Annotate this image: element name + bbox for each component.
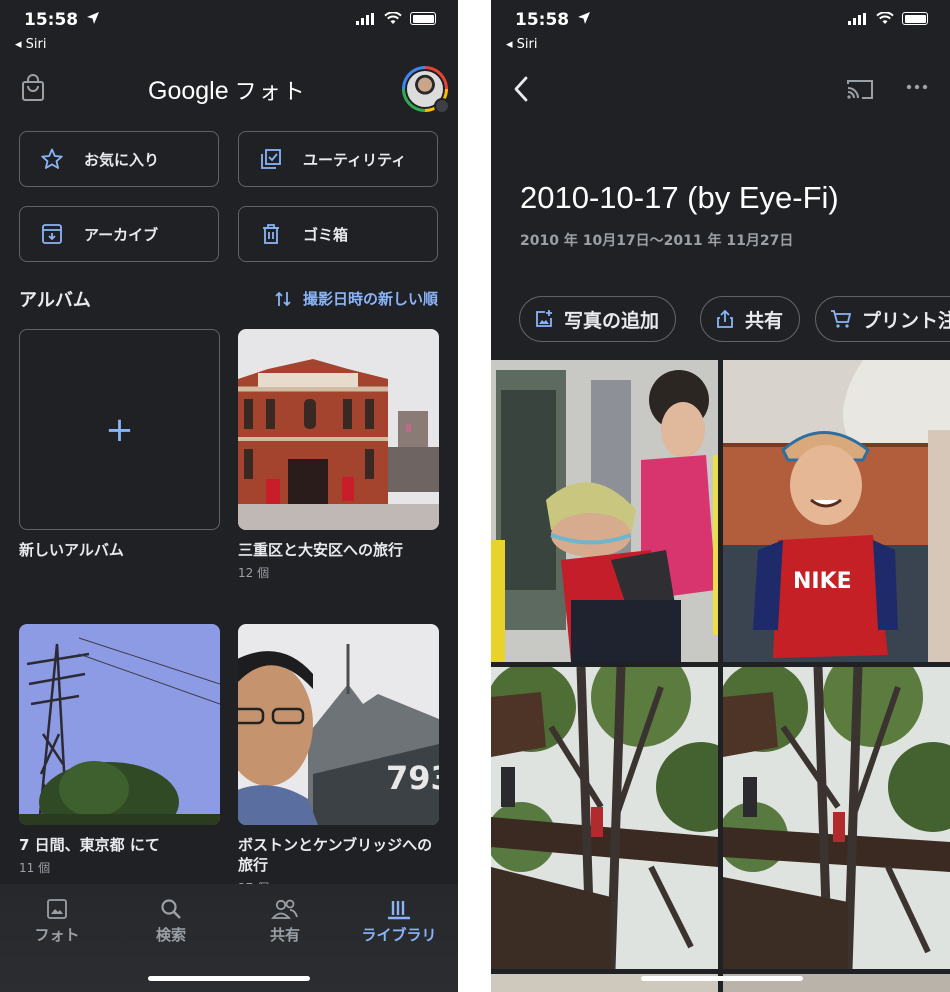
nav-photos[interactable]: フォト	[7, 894, 107, 945]
album-name: ボストンとケンブリッジへの旅行	[238, 836, 433, 874]
add-photos-button[interactable]: 写真の追加	[519, 296, 677, 342]
star-icon	[41, 148, 63, 169]
app-title: Google フォト	[148, 74, 307, 106]
favorites-label: お気に入り	[84, 150, 160, 169]
power-tower-photo	[19, 624, 220, 825]
share-icon	[717, 309, 733, 328]
favorites-button[interactable]: お気に入り	[19, 131, 219, 187]
album-cover-red-brick-building	[238, 329, 439, 530]
new-album-card[interactable]: + 新しいアルバム	[19, 329, 220, 560]
treehouse-photo	[491, 667, 718, 969]
albums-heading: アルバム	[19, 290, 91, 311]
search-icon	[161, 899, 181, 919]
add-photos-label: 写真の追加	[564, 309, 660, 332]
check-collection-icon	[261, 149, 281, 169]
battery-icon	[410, 12, 436, 25]
hull-number: 793	[386, 759, 439, 797]
album-cover-selfie-warship: 793	[238, 624, 439, 825]
photo-tile[interactable]	[491, 667, 718, 969]
more-icon[interactable]	[906, 84, 928, 90]
album-date-range: 2010 年 10月17日～2011 年 11月27日	[520, 233, 794, 249]
status-bar: 15:58 ◂ Siri	[491, 10, 950, 52]
nav-sharing-label: 共有	[269, 926, 300, 944]
shopping-bag-icon[interactable]	[20, 74, 46, 102]
archive-button[interactable]: アーカイブ	[19, 206, 219, 262]
treehouse-photo-2	[723, 667, 950, 969]
photo-tile[interactable]	[723, 667, 950, 969]
photo-tile[interactable]	[491, 360, 718, 662]
battery-icon	[902, 12, 928, 25]
home-indicator[interactable]	[641, 976, 803, 981]
album-name: 新しいアルバム	[19, 541, 124, 559]
sort-arrows-icon	[275, 291, 291, 306]
back-to-siri-link[interactable]: ◂ Siri	[506, 37, 537, 52]
status-icons	[356, 12, 436, 25]
album-card[interactable]: 793 ボストンとケンブリッジへの旅行 27 個	[238, 624, 439, 896]
print-order-label: プリント注文	[862, 309, 950, 332]
album-title[interactable]: 2010-10-17 (by Eye-Fi)	[520, 180, 839, 216]
backup-off-icon	[434, 98, 450, 114]
brand-google: Google	[148, 77, 229, 105]
app-header: Google フォト	[0, 66, 458, 114]
back-chevron-icon[interactable]	[513, 76, 529, 102]
utilities-label: ユーティリティ	[303, 150, 407, 169]
cast-icon[interactable]	[846, 78, 874, 100]
album-count: 12 個	[238, 566, 270, 580]
sort-button[interactable]: 撮影日時の新しい順	[275, 288, 438, 309]
new-album-tile[interactable]: +	[19, 329, 220, 530]
album-card[interactable]: 三重区と大安区への旅行 12 個	[238, 329, 439, 581]
status-bar: 15:58 ◂ Siri	[0, 10, 458, 52]
print-order-button[interactable]: プリント注文	[815, 296, 950, 342]
clock: 15:58	[24, 10, 79, 30]
album-name: 7 日間、東京都 にて	[19, 836, 160, 854]
nav-library-label: ライブラリ	[361, 926, 437, 944]
plus-icon: +	[105, 409, 134, 450]
archive-icon	[42, 224, 62, 244]
clock: 15:58	[515, 10, 570, 30]
archive-label: アーカイブ	[84, 225, 159, 244]
status-icons	[848, 12, 928, 25]
nav-library[interactable]: ライブラリ	[349, 894, 449, 945]
album-count: 11 個	[19, 861, 51, 875]
share-label: 共有	[745, 309, 784, 332]
navigation-arrow-icon	[578, 12, 591, 24]
navigation-arrow-icon	[87, 12, 100, 24]
people-icon	[271, 899, 298, 919]
back-to-siri-link[interactable]: ◂ Siri	[15, 37, 46, 52]
signal-icon	[848, 12, 866, 25]
home-indicator[interactable]	[148, 976, 310, 981]
signal-icon	[356, 12, 374, 25]
photo-icon	[47, 899, 67, 919]
add-photo-icon	[536, 310, 552, 327]
trash-button[interactable]: ゴミ箱	[238, 206, 438, 262]
red-brick-building-photo	[238, 329, 439, 530]
photo-tile[interactable]: NIKE	[723, 360, 950, 662]
selfie-warship-photo: 793	[238, 624, 439, 825]
sort-label: 撮影日時の新しい順	[302, 290, 438, 308]
wifi-icon	[876, 12, 894, 24]
avatar[interactable]	[402, 66, 450, 114]
album-name: 三重区と大安区への旅行	[238, 541, 404, 559]
children-on-train-photo	[491, 360, 718, 662]
boy-nike-shirt-photo: NIKE	[723, 360, 950, 662]
library-icon	[388, 901, 410, 920]
trash-label: ゴミ箱	[303, 225, 349, 244]
wifi-icon	[384, 12, 402, 24]
nav-sharing[interactable]: 共有	[235, 894, 335, 945]
status-time: 15:58	[24, 10, 100, 30]
nav-photos-label: フォト	[34, 926, 80, 944]
share-button[interactable]: 共有	[700, 296, 801, 342]
library-screen: 15:58 ◂ Siri Google フォト お気に入り ユーティリティ アーカ…	[0, 0, 458, 992]
trash-icon	[263, 224, 279, 244]
album-card[interactable]: 7 日間、東京都 にて 11 個	[19, 624, 220, 876]
nike-logo-text: NIKE	[793, 569, 852, 594]
album-cover-power-tower	[19, 624, 220, 825]
utilities-button[interactable]: ユーティリティ	[238, 131, 438, 187]
nav-search-label: 検索	[155, 926, 186, 944]
album-screen: 15:58 ◂ Siri 2010-10-17 (by Eye-Fi) 2010…	[491, 0, 950, 992]
cart-icon	[831, 310, 852, 328]
brand-photos: フォト	[234, 79, 307, 104]
nav-search[interactable]: 検索	[121, 894, 221, 945]
status-time: 15:58	[515, 10, 591, 30]
